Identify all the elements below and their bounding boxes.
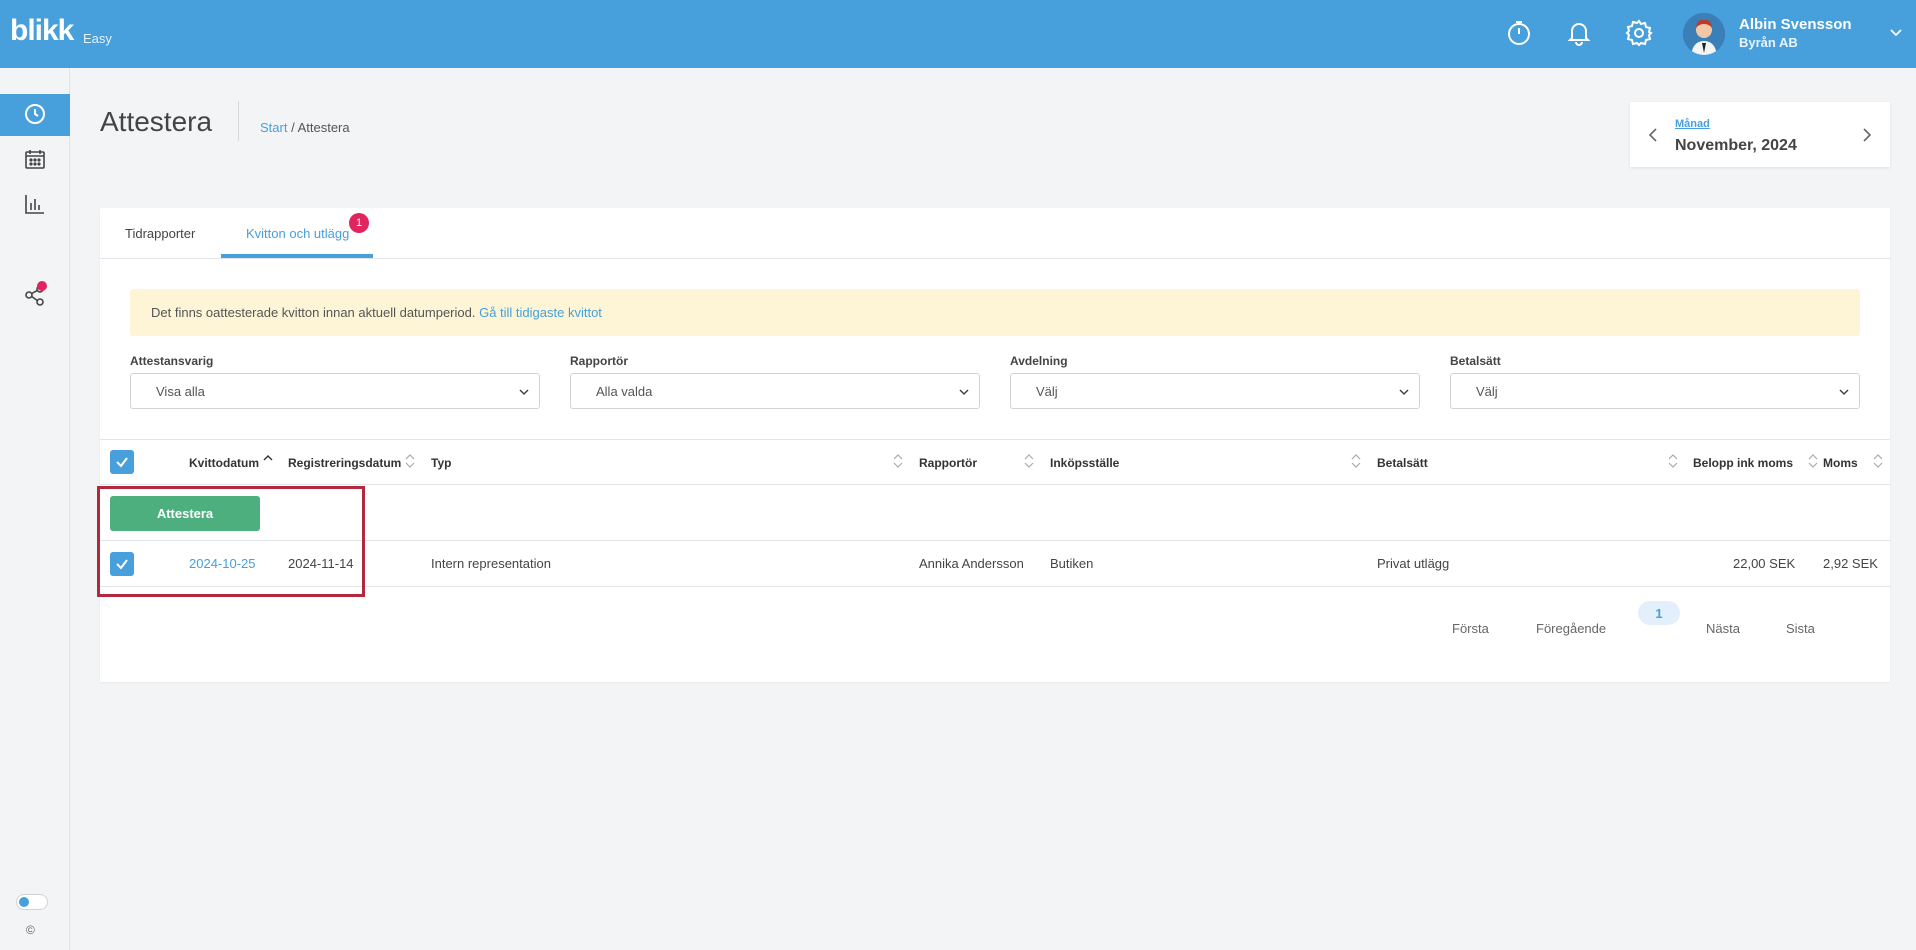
breadcrumb-start-link[interactable]: Start xyxy=(260,120,287,135)
period-selector: Månad November, 2024 xyxy=(1630,102,1890,167)
pagination-last[interactable]: Sista xyxy=(1786,621,1815,636)
share-icon xyxy=(23,281,47,307)
filter-select-betalsatt[interactable]: Välj xyxy=(1450,373,1860,409)
column-moms[interactable]: Moms xyxy=(1823,456,1858,470)
bulk-action-row: Attestera xyxy=(100,485,1890,541)
gear-icon[interactable] xyxy=(1623,17,1655,49)
breadcrumb-current: Attestera xyxy=(297,120,350,135)
column-betalsatt[interactable]: Betalsätt xyxy=(1377,456,1428,470)
column-belopp[interactable]: Belopp ink moms xyxy=(1693,456,1793,470)
breadcrumb-separator: / xyxy=(287,120,298,135)
row-checkbox[interactable] xyxy=(110,552,134,576)
tab-tidrapporter[interactable]: Tidrapporter xyxy=(125,226,195,241)
cell-kvittodatum-link[interactable]: 2024-10-25 xyxy=(189,556,256,571)
filter-label-betalsatt: Betalsätt xyxy=(1450,354,1501,368)
sort-icon[interactable] xyxy=(1873,453,1883,469)
filter-label-rapportor: Rapportör xyxy=(570,354,628,368)
column-inkopsstalle[interactable]: Inköpsställe xyxy=(1050,456,1119,470)
pagination-prev[interactable]: Föregående xyxy=(1536,621,1606,636)
sidebar: © xyxy=(0,68,70,950)
page-title: Attestera xyxy=(100,106,213,137)
sort-icon[interactable] xyxy=(893,453,903,469)
filter-label-attestansvarig: Attestansvarig xyxy=(130,354,214,368)
logo[interactable]: blikk xyxy=(10,14,74,48)
filter-select-rapportor[interactable]: Alla valda xyxy=(570,373,980,409)
select-value: Välj xyxy=(1476,384,1498,399)
chevron-down-icon xyxy=(1397,385,1411,399)
table-row[interactable]: 2024-10-25 2024-11-14 Intern representat… xyxy=(100,541,1890,587)
top-bar: blikk Easy Albin Svensson Byrån AB xyxy=(0,0,1916,68)
pagination-current-page[interactable]: 1 xyxy=(1638,601,1680,625)
theme-toggle[interactable] xyxy=(16,894,48,910)
select-all-checkbox[interactable] xyxy=(110,450,134,474)
sidebar-item-time[interactable] xyxy=(0,94,70,136)
sort-icon[interactable] xyxy=(1668,453,1678,469)
active-tab-indicator xyxy=(221,254,373,258)
cell-belopp: 22,00 SEK xyxy=(1733,556,1796,571)
avatar[interactable] xyxy=(1683,13,1725,55)
select-value: Alla valda xyxy=(596,384,653,399)
filter-select-avdelning[interactable]: Välj xyxy=(1010,373,1420,409)
sort-icon[interactable] xyxy=(405,453,415,469)
breadcrumb: Start / Attestera xyxy=(260,120,350,135)
chevron-down-icon xyxy=(1837,385,1851,399)
sort-icon[interactable] xyxy=(1351,453,1361,469)
tab-badge: 1 xyxy=(349,213,369,233)
sidebar-item-reports[interactable] xyxy=(0,184,70,226)
column-rapportor[interactable]: Rapportör xyxy=(919,456,977,470)
user-organization: Byrån AB xyxy=(1739,35,1798,50)
chevron-down-icon[interactable] xyxy=(1888,24,1904,40)
tab-bar: Tidrapporter Kvitton och utlägg 1 xyxy=(100,208,1890,259)
notice-banner: Det finns oattesterade kvitton innan akt… xyxy=(130,289,1860,336)
content-card: Tidrapporter Kvitton och utlägg 1 Det fi… xyxy=(100,208,1890,682)
sidebar-item-share[interactable] xyxy=(0,274,70,316)
cell-betalsatt: Privat utlägg xyxy=(1377,556,1450,571)
notification-dot xyxy=(37,281,47,291)
period-type-link[interactable]: Månad xyxy=(1675,118,1710,130)
select-value: Visa alla xyxy=(156,384,205,399)
title-divider xyxy=(238,101,239,141)
column-registreringsdatum[interactable]: Registreringsdatum xyxy=(288,456,401,470)
user-name[interactable]: Albin Svensson xyxy=(1739,16,1852,33)
table-header: Kvittodatum Registreringsdatum Typ Rappo… xyxy=(100,439,1890,485)
cell-rapportor: Annika Andersson xyxy=(919,556,1024,571)
stopwatch-icon[interactable] xyxy=(1503,17,1535,49)
filter-select-attestansvarig[interactable]: Visa alla xyxy=(130,373,540,409)
notice-text: Det finns oattesterade kvitton innan akt… xyxy=(151,305,480,320)
sort-icon[interactable] xyxy=(1024,453,1034,469)
chevron-down-icon xyxy=(957,385,971,399)
filter-label-avdelning: Avdelning xyxy=(1010,354,1068,368)
sort-asc-icon[interactable] xyxy=(263,453,273,469)
bar-chart-icon xyxy=(24,193,46,218)
tab-kvitton[interactable]: Kvitton och utlägg xyxy=(246,226,349,241)
sort-icon[interactable] xyxy=(1808,453,1818,469)
copyright: © xyxy=(26,923,35,937)
sidebar-item-calendar[interactable] xyxy=(0,139,70,181)
period-prev-button[interactable] xyxy=(1644,126,1662,144)
column-typ[interactable]: Typ xyxy=(431,456,451,470)
cell-typ: Intern representation xyxy=(431,556,551,571)
period-value: November, 2024 xyxy=(1675,137,1797,154)
notice-link[interactable]: Gå till tidigaste kvittot xyxy=(479,305,602,320)
pagination-first[interactable]: Första xyxy=(1452,621,1489,636)
pagination-next[interactable]: Nästa xyxy=(1706,621,1740,636)
clock-icon xyxy=(23,102,47,129)
cell-moms: 2,92 SEK xyxy=(1823,556,1878,571)
column-kvittodatum[interactable]: Kvittodatum xyxy=(189,456,259,470)
select-value: Välj xyxy=(1036,384,1058,399)
cell-registreringsdatum: 2024-11-14 xyxy=(288,556,354,571)
calendar-icon xyxy=(24,148,46,173)
logo-subtitle: Easy xyxy=(83,31,112,46)
cell-inkopsstalle: Butiken xyxy=(1050,556,1094,571)
bell-icon[interactable] xyxy=(1563,17,1595,49)
chevron-down-icon xyxy=(517,385,531,399)
period-next-button[interactable] xyxy=(1858,126,1876,144)
attestera-button[interactable]: Attestera xyxy=(110,496,260,531)
